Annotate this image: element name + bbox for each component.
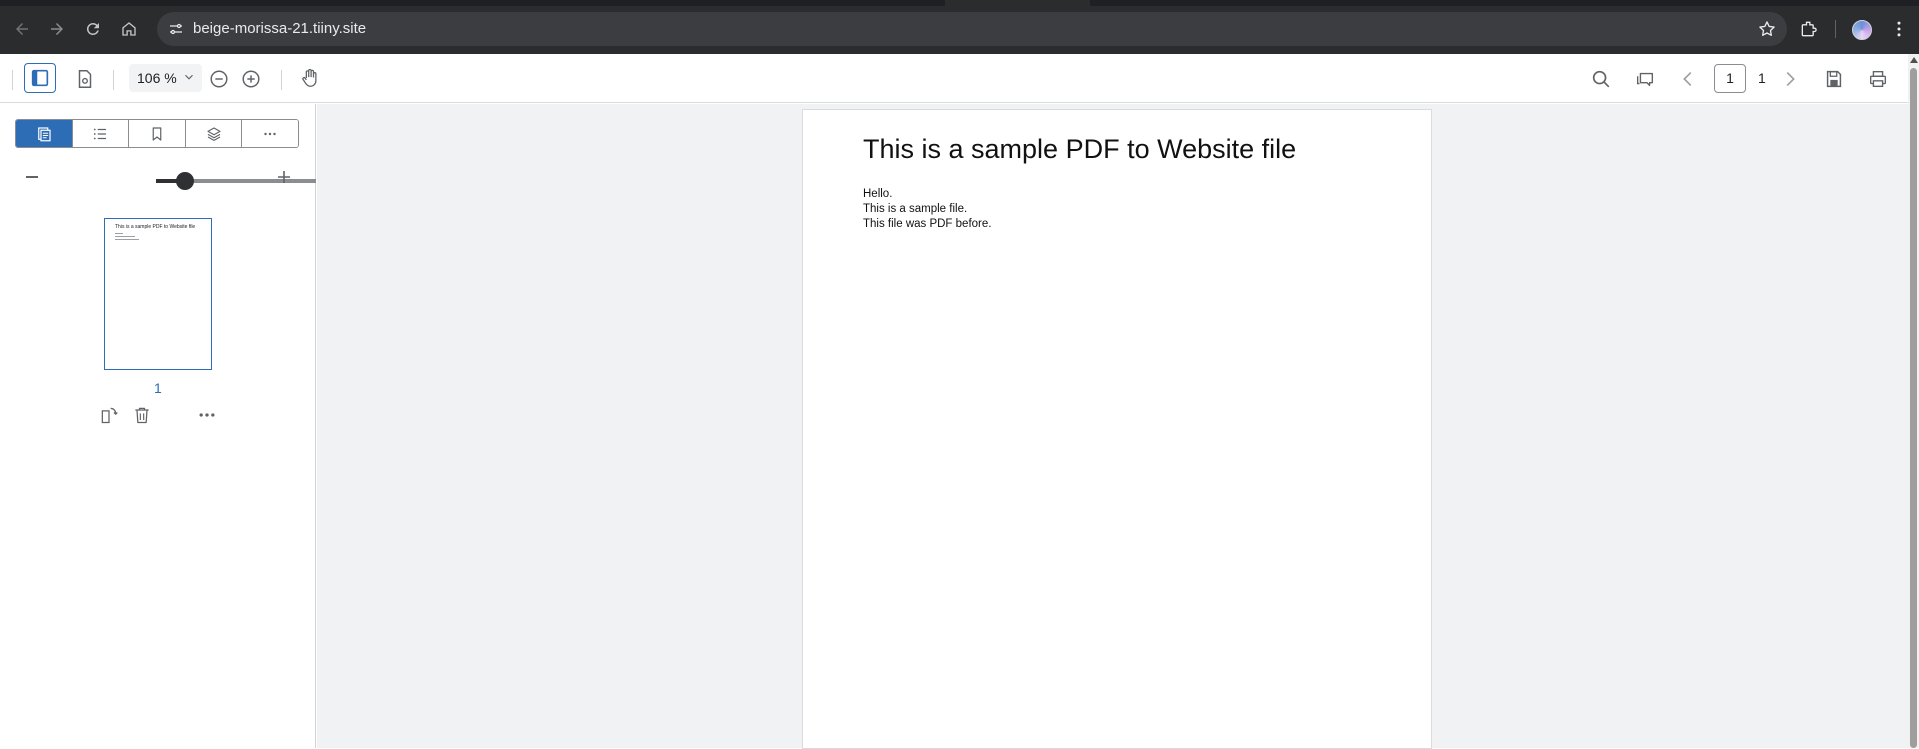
- comments-button[interactable]: [1632, 66, 1658, 92]
- thumbnail-text-line: [115, 239, 139, 240]
- more-icon: [264, 132, 276, 135]
- back-icon: [16, 23, 28, 35]
- search-icon: [1592, 70, 1610, 88]
- address-bar[interactable]: beige-morissa-21.tiiny.site: [157, 12, 1787, 46]
- sidebar-toggle-icon: [31, 69, 49, 87]
- extensions-button[interactable]: [1795, 15, 1823, 43]
- pan-hand-icon: [302, 68, 317, 87]
- bookmark-icon: [152, 126, 162, 141]
- delete-page-button[interactable]: [131, 404, 153, 426]
- home-icon: [122, 22, 136, 36]
- tab-thumbnails[interactable]: [16, 120, 73, 147]
- toolbar-separator: [281, 70, 282, 90]
- zoom-out-icon: [210, 70, 228, 88]
- next-page-icon: [1786, 71, 1795, 87]
- search-button[interactable]: [1588, 66, 1614, 92]
- outline-list-icon: [94, 128, 107, 139]
- zoom-select[interactable]: 106 %: [129, 64, 202, 92]
- page-settings-button[interactable]: [73, 67, 97, 91]
- reload-icon: [86, 22, 99, 35]
- thumbnail-text-line: [115, 236, 135, 237]
- tab-more[interactable]: [242, 120, 298, 147]
- active-tab[interactable]: [945, 0, 1090, 6]
- sidebar-toggle-button[interactable]: [24, 63, 56, 93]
- more-options-icon: [199, 413, 215, 417]
- zoom-value: 106 %: [137, 70, 177, 86]
- document-title: This is a sample PDF to Website file: [863, 134, 1297, 164]
- tab-strip: [0, 0, 1919, 6]
- previous-page-button[interactable]: [1676, 67, 1700, 91]
- scroll-thumb[interactable]: [1910, 68, 1917, 748]
- bookmark-star-button[interactable]: [1757, 19, 1777, 39]
- comments-icon: [1636, 72, 1654, 87]
- pan-tool-button[interactable]: [298, 66, 322, 90]
- document-line: Hello.: [863, 188, 893, 200]
- profile-avatar[interactable]: [1852, 20, 1872, 40]
- pdf-page[interactable]: This is a sample PDF to Website file Hel…: [802, 109, 1432, 749]
- print-button[interactable]: [1865, 66, 1891, 92]
- delete-page-icon: [135, 407, 149, 424]
- site-settings-button[interactable]: [166, 19, 186, 39]
- zoom-in-icon: [242, 70, 260, 88]
- tab-bookmarks[interactable]: [129, 120, 186, 147]
- toolbar-separator: [113, 70, 114, 90]
- zoom-out-button[interactable]: [207, 67, 231, 91]
- toolbar-separator: [12, 70, 13, 90]
- document-line: This file was PDF before.: [863, 218, 992, 230]
- forward-button[interactable]: [43, 15, 71, 43]
- page-number-input[interactable]: 1: [1714, 64, 1746, 93]
- thumbnail-sidebar: This is a sample PDF to Website file 1: [0, 104, 316, 748]
- thumbnail-zoom-out-button[interactable]: [26, 176, 38, 178]
- chrome-menu-button[interactable]: [1885, 15, 1913, 43]
- sidebar-tab-group: [15, 119, 299, 148]
- document-viewer: This is a sample PDF to Website file Hel…: [317, 104, 1908, 749]
- page-total: 1: [1758, 70, 1766, 86]
- previous-page-icon: [1683, 71, 1692, 87]
- extensions-icon: [1801, 21, 1817, 37]
- next-page-button[interactable]: [1778, 67, 1802, 91]
- menu-kebab-icon: [1897, 21, 1901, 37]
- page-more-options-button[interactable]: [196, 404, 218, 426]
- zoom-in-button[interactable]: [239, 67, 263, 91]
- page-settings-icon: [78, 70, 92, 88]
- browser-chrome: beige-morissa-21.tiiny.site: [0, 0, 1919, 54]
- thumbnail-text-line: [115, 233, 123, 234]
- rotate-page-button[interactable]: [98, 404, 120, 426]
- bookmark-star-icon: [1759, 21, 1775, 36]
- layers-icon: [207, 126, 221, 141]
- forward-icon: [51, 23, 63, 35]
- thumbnail-zoom-slider-handle[interactable]: [176, 172, 194, 190]
- document-line: This is a sample file.: [863, 203, 968, 215]
- thumbnail-page-number: 1: [154, 380, 162, 396]
- save-icon: [1826, 70, 1842, 88]
- page-thumbnail[interactable]: This is a sample PDF to Website file: [104, 218, 212, 370]
- home-button[interactable]: [115, 15, 143, 43]
- vertical-scrollbar[interactable]: [1908, 54, 1919, 748]
- scroll-up-arrow[interactable]: [1910, 57, 1918, 63]
- thumbnail-zoom-in-icon[interactable]: [277, 170, 291, 184]
- back-button[interactable]: [8, 15, 36, 43]
- pdf-toolbar: 106 % 1 1: [0, 54, 1908, 103]
- tab-outline[interactable]: [72, 120, 130, 147]
- rotate-page-icon: [101, 407, 118, 424]
- thumbnail-title: This is a sample PDF to Website file: [115, 224, 196, 230]
- toolbar-separator: [1835, 20, 1836, 38]
- reload-button[interactable]: [79, 15, 107, 43]
- thumbnails-icon: [37, 126, 51, 141]
- print-icon: [1869, 70, 1887, 88]
- chevron-down-icon: [185, 74, 193, 80]
- tab-layers[interactable]: [185, 120, 243, 147]
- save-button[interactable]: [1821, 66, 1847, 92]
- site-settings-icon: [170, 23, 182, 35]
- url-text[interactable]: beige-morissa-21.tiiny.site: [193, 20, 366, 37]
